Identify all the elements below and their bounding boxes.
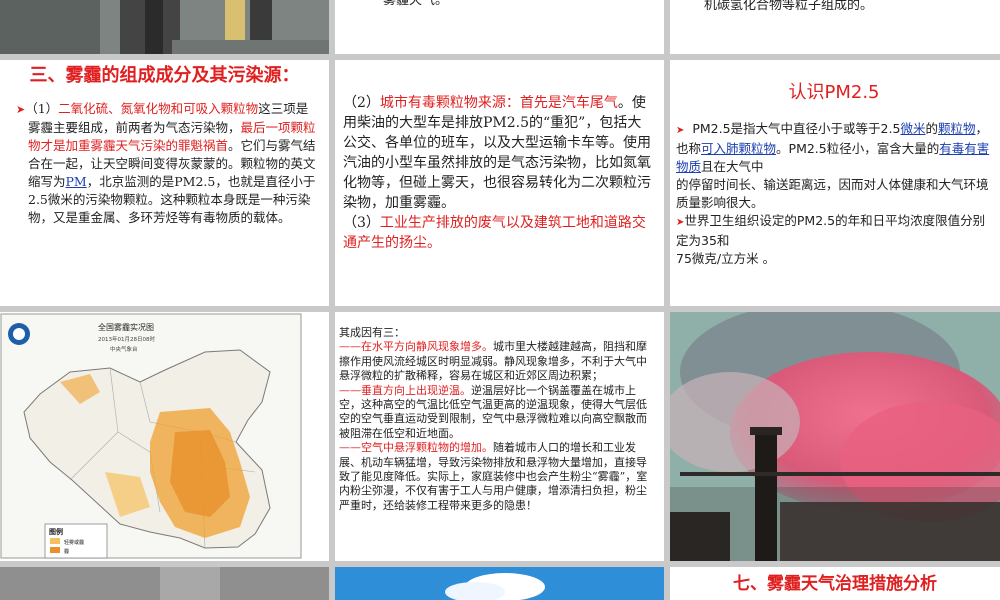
map-source: 中央气象台 [110,345,138,353]
sky-photo [335,567,664,600]
slide-title: 认识PM2.5 [788,82,880,103]
slide-text: 雾霾天气。 [383,0,449,8]
slide-photo [0,567,329,600]
slide-thumbnail-pm25[interactable]: 认识PM2.5 ➤ PM2.5是指大气中直径小于或等于2.5微米的颗粒物，也称可… [670,60,1000,306]
slide-text: 机碳氢化合物等粒子组成的。 [704,0,874,13]
street-photo [0,0,329,54]
chimney [755,432,777,561]
smokestack-photo [670,312,1000,561]
slide-thumbnail-map[interactable]: 全国雾霾实况图 2013年01月28日08时 中央气象台 图例 轻雾或霾 霾 [0,312,329,561]
slide-title: 七、雾霾天气治理措施分析 [733,574,937,594]
slide-thumbnail-photo-street[interactable] [0,0,329,54]
slide-thumbnail-composition[interactable]: 三、雾霾的组成成分及其污染源： ➤（1）二氧化硫、氮氧化物和可吸入颗粒物这三项是… [0,60,329,306]
slide-body: 其成因有三： ——在水平方向静风现象增多。城市里大楼越建越高，阻挡和摩擦作用使风… [339,326,648,512]
weather-logo-icon [8,323,30,345]
slide-body: ➤ PM2.5是指大气中直径小于或等于2.5微米的颗粒物，也称可入肺颗粒物。PM… [676,121,990,266]
bullet-arrow-icon: ➤ [676,125,685,136]
legend-title: 图例 [49,527,63,536]
map-title: 全国雾霾实况图 [98,322,154,332]
slide-thumbnail-measures[interactable]: 七、雾霾天气治理措施分析 [670,567,1000,600]
slide-thumbnail-10[interactable] [0,567,329,600]
link-micron[interactable]: 微米 [900,121,925,136]
link-particulate[interactable]: 颗粒物 [938,121,976,136]
slide-thumbnail-causes[interactable]: 其成因有三： ——在水平方向静风现象增多。城市里大楼越建越高，阻挡和摩擦作用使风… [335,312,664,561]
slide-thumbnail-3[interactable]: 机碳氢化合物等粒子组成的。 [670,0,1000,54]
bullet-arrow-icon: ➤ [16,103,26,116]
haze-map-figure: 全国雾霾实况图 2013年01月28日08时 中央气象台 图例 轻雾或霾 霾 [0,312,329,561]
slide-title: 三、雾霾的组成成分及其污染源： [29,65,300,86]
slide-body: ➤（1）二氧化硫、氮氧化物和可吸入颗粒物这三项是雾霾主要组成，前两者为气态污染物… [16,101,316,225]
slide-body: （2）城市有毒颗粒物来源：首先是汽车尾气。使用柴油的大型车是排放PM2.5的“重… [343,95,651,251]
slide-thumbnail-smokestack-photo[interactable] [670,312,1000,561]
link-inhalable[interactable]: 可入肺颗粒物 [701,141,776,156]
legend-item-2: 霾 [64,548,69,555]
slide-thumbnail-sources[interactable]: （2）城市有毒颗粒物来源：首先是汽车尾气。使用柴油的大型车是排放PM2.5的“重… [335,60,664,306]
slide-thumbnail-2[interactable]: 雾霾天气。 [335,0,664,54]
slide-thumbnail-11[interactable] [335,567,664,600]
legend-item-1: 轻雾或霾 [64,539,84,546]
map-date: 2013年01月28日08时 [98,335,155,343]
pm-link[interactable]: PM [66,174,87,189]
